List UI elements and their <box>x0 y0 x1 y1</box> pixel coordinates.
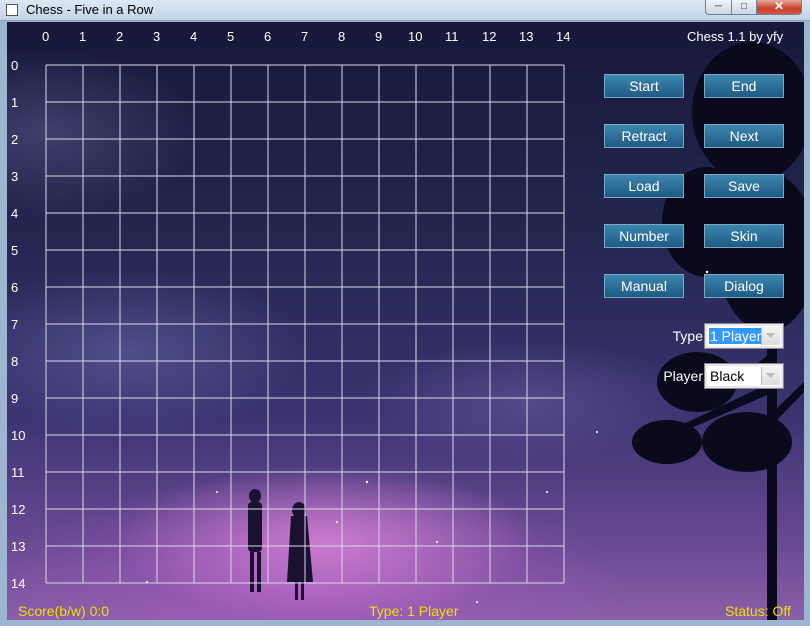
row-label: 5 <box>11 243 19 258</box>
type-label: Type <box>672 328 703 344</box>
game-area: Chess 1.1 by yfy 0 1 2 3 4 5 6 7 8 9 10 11 12 13 14 01… <box>7 22 804 620</box>
maximize-button[interactable]: □ <box>731 0 757 15</box>
row-label: 7 <box>11 317 19 332</box>
row-label: 14 <box>11 576 26 591</box>
dialog-button[interactable]: Dialog <box>704 274 784 298</box>
chevron-down-icon[interactable] <box>761 367 780 385</box>
column-label: 8 <box>338 29 346 44</box>
save-button[interactable]: Save <box>704 174 784 198</box>
end-button[interactable]: End <box>704 74 784 98</box>
column-label: 3 <box>153 29 161 44</box>
row-label: 6 <box>11 280 19 295</box>
game-board[interactable] <box>45 64 565 584</box>
column-label: 9 <box>375 29 383 44</box>
title-bar[interactable]: Chess - Five in a Row ─ □ ✕ <box>0 0 810 21</box>
row-label: 1 <box>11 95 19 110</box>
player-select[interactable]: Black <box>704 363 784 389</box>
player-select-value: Black <box>710 368 745 384</box>
row-label: 10 <box>11 428 26 443</box>
column-label: 0 <box>42 29 50 44</box>
number-button[interactable]: Number <box>604 224 684 248</box>
column-label: 6 <box>264 29 272 44</box>
column-label: 2 <box>116 29 124 44</box>
game-type-text: Type: 1 Player <box>369 603 459 619</box>
column-label: 10 <box>408 29 423 44</box>
column-label: 5 <box>227 29 235 44</box>
retract-button[interactable]: Retract <box>604 124 684 148</box>
row-label: 12 <box>11 502 26 517</box>
manual-button[interactable]: Manual <box>604 274 684 298</box>
row-label: 11 <box>11 465 25 480</box>
type-select-value: 1 Player <box>709 328 763 344</box>
player-label: Player <box>663 368 703 384</box>
column-label: 4 <box>190 29 198 44</box>
app-window: Chess - Five in a Row ─ □ ✕ Chess 1.1 by… <box>0 0 810 626</box>
column-label: 1 <box>79 29 87 44</box>
type-select[interactable]: 1 Player <box>704 323 784 349</box>
next-button[interactable]: Next <box>704 124 784 148</box>
game-status-text: Status: Off <box>725 603 791 619</box>
row-label: 4 <box>11 206 19 221</box>
row-label: 0 <box>11 58 19 73</box>
chevron-down-icon[interactable] <box>761 327 780 345</box>
app-icon <box>6 4 18 16</box>
score-text: Score(b/w) 0:0 <box>18 603 110 619</box>
version-label: Chess 1.1 by yfy <box>687 29 784 44</box>
column-label: 14 <box>556 29 571 44</box>
column-label: 12 <box>482 29 497 44</box>
row-label: 8 <box>11 354 19 369</box>
start-button[interactable]: Start <box>604 74 684 98</box>
column-label: 7 <box>301 29 309 44</box>
load-button[interactable]: Load <box>604 174 684 198</box>
row-label: 9 <box>11 391 19 406</box>
row-label: 3 <box>11 169 19 184</box>
window-title: Chess - Five in a Row <box>26 2 154 17</box>
row-label: 13 <box>11 539 26 554</box>
column-label: 13 <box>519 29 534 44</box>
column-label: 11 <box>445 29 459 44</box>
skin-button[interactable]: Skin <box>704 224 784 248</box>
row-label: 2 <box>11 132 19 147</box>
close-button[interactable]: ✕ <box>756 0 802 15</box>
minimize-button[interactable]: ─ <box>705 0 732 15</box>
